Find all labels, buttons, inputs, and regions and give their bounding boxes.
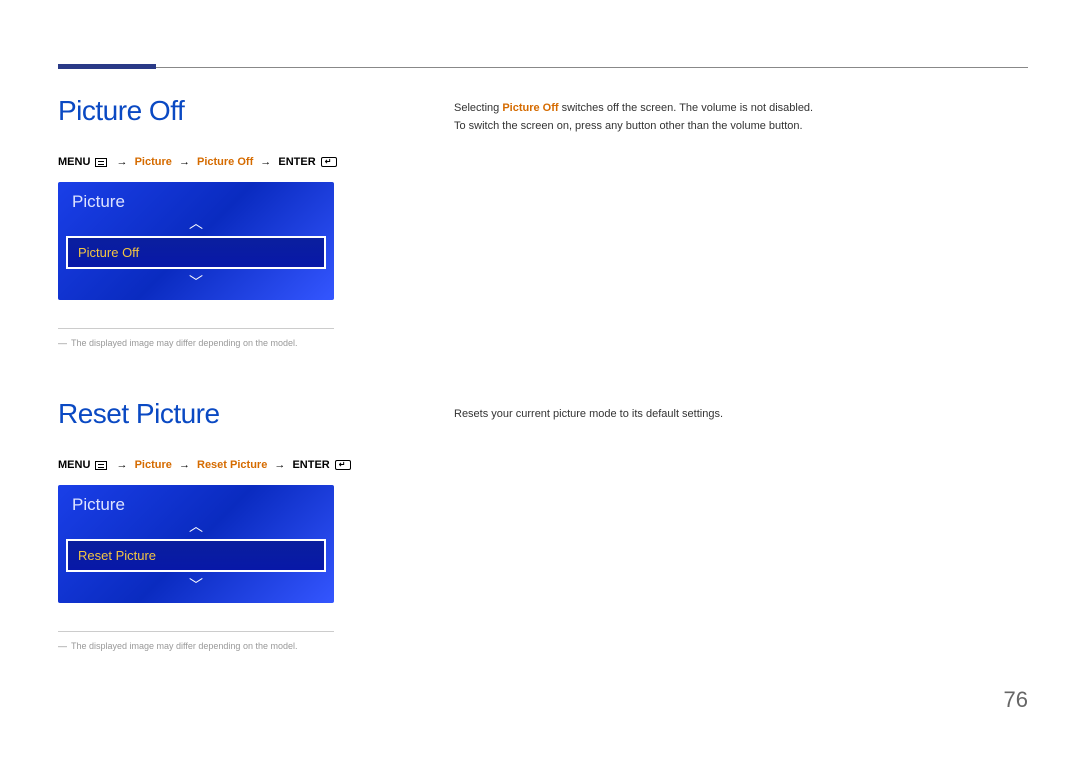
section-title-picture-off: Picture Off xyxy=(58,95,184,127)
menu-icon xyxy=(95,158,107,167)
note-divider xyxy=(58,631,334,632)
enter-icon xyxy=(321,157,337,167)
body-text-line2: To switch the screen on, press any butto… xyxy=(454,120,803,132)
header-accent-bar xyxy=(58,64,156,69)
note-text: ― The displayed image may differ dependin… xyxy=(58,338,297,348)
breadcrumb-picture-label: Picture xyxy=(135,459,172,471)
osd-menu-reset-picture: Picture ︿ Reset Picture ﹀ xyxy=(58,485,334,603)
chevron-down-icon: ﹀ xyxy=(58,578,334,592)
note-divider xyxy=(58,328,334,329)
breadcrumb-picture-off: MENU → Picture → Picture Off → ENTER xyxy=(58,156,339,168)
dash-icon: ― xyxy=(58,641,67,651)
arrow-right-icon: → xyxy=(260,156,271,168)
arrow-right-icon: → xyxy=(117,156,128,168)
body-text-prefix: Selecting xyxy=(454,102,502,114)
osd-menu-title: Picture xyxy=(58,485,334,521)
note-text: ― The displayed image may differ dependin… xyxy=(58,641,297,651)
breadcrumb-reset-picture: MENU → Picture → Reset Picture → ENTER xyxy=(58,459,353,471)
chevron-down-icon: ﹀ xyxy=(58,275,334,289)
body-text-suffix: switches off the screen. The volume is n… xyxy=(559,102,814,114)
arrow-right-icon: → xyxy=(117,459,128,471)
description-picture-off: Selecting Picture Off switches off the s… xyxy=(454,100,1028,135)
chevron-up-icon: ︿ xyxy=(58,519,334,533)
description-reset-picture: Resets your current picture mode to its … xyxy=(454,406,1028,424)
menu-icon xyxy=(95,461,107,470)
enter-icon xyxy=(335,460,351,470)
osd-menu-picture-off: Picture ︿ Picture Off ﹀ xyxy=(58,182,334,300)
note-content: The displayed image may differ depending… xyxy=(71,338,297,348)
note-content: The displayed image may differ depending… xyxy=(71,641,297,651)
osd-menu-title: Picture xyxy=(58,182,334,218)
arrow-right-icon: → xyxy=(274,459,285,471)
dash-icon: ― xyxy=(58,338,67,348)
breadcrumb-item-label: Picture Off xyxy=(197,156,253,168)
breadcrumb-picture-label: Picture xyxy=(135,156,172,168)
breadcrumb-menu-label: MENU xyxy=(58,459,90,471)
section-title-reset-picture: Reset Picture xyxy=(58,398,220,430)
osd-selected-item: Picture Off xyxy=(66,236,326,269)
page-number: 76 xyxy=(1004,687,1028,713)
breadcrumb-item-label: Reset Picture xyxy=(197,459,267,471)
osd-selected-item: Reset Picture xyxy=(66,539,326,572)
arrow-right-icon: → xyxy=(179,156,190,168)
breadcrumb-enter-label: ENTER xyxy=(278,156,315,168)
chevron-up-icon: ︿ xyxy=(58,216,334,230)
header-divider xyxy=(58,67,1028,68)
breadcrumb-menu-label: MENU xyxy=(58,156,90,168)
breadcrumb-enter-label: ENTER xyxy=(292,459,329,471)
body-highlight: Picture Off xyxy=(502,102,558,114)
arrow-right-icon: → xyxy=(179,459,190,471)
